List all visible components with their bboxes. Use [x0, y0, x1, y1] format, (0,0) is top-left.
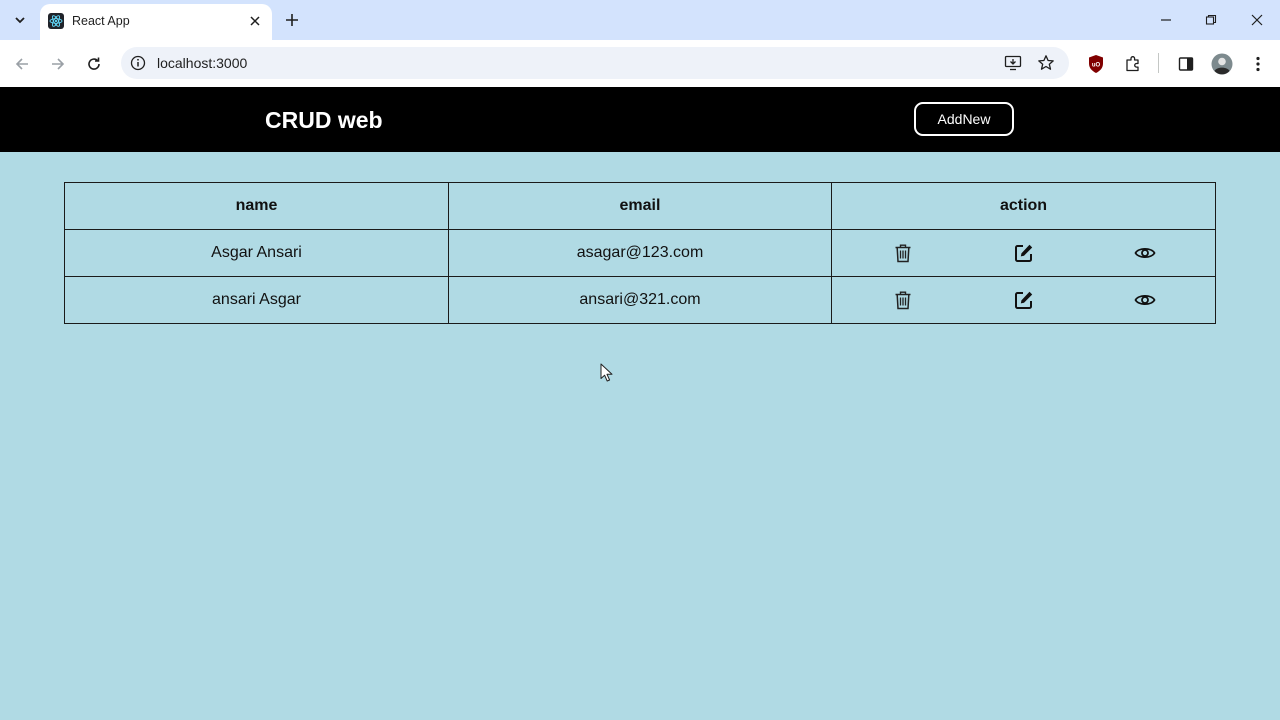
table-header-row: name email action	[64, 182, 1216, 230]
restore-icon	[1205, 14, 1217, 25]
cell-name: ansari Asgar	[64, 276, 449, 324]
site-info-icon[interactable]	[129, 54, 147, 72]
ublock-extension-icon[interactable]: uO	[1084, 52, 1108, 76]
new-tab-button[interactable]	[280, 8, 304, 32]
minimize-button[interactable]	[1152, 6, 1180, 34]
close-icon	[1251, 14, 1263, 26]
browser-toolbar: localhost:3000 uO	[0, 40, 1280, 87]
bookmark-star-icon[interactable]	[1036, 53, 1056, 73]
side-panel-icon[interactable]	[1174, 52, 1198, 76]
edit-icon[interactable]	[1012, 241, 1036, 265]
tab-title: React App	[72, 14, 130, 28]
eye-icon[interactable]	[1133, 241, 1157, 265]
install-app-icon[interactable]	[1003, 53, 1023, 73]
address-bar[interactable]: localhost:3000	[121, 47, 1069, 79]
react-favicon-icon	[48, 13, 64, 29]
eye-icon[interactable]	[1133, 288, 1157, 312]
cell-actions	[831, 276, 1216, 324]
cell-name: Asgar Ansari	[64, 229, 449, 277]
reload-icon	[88, 57, 100, 70]
back-button[interactable]	[8, 50, 36, 78]
profile-avatar[interactable]	[1210, 52, 1234, 76]
arrow-right-icon	[52, 58, 65, 70]
edit-icon[interactable]	[1012, 288, 1036, 312]
browser-menu-icon[interactable]	[1246, 52, 1270, 76]
tab-close-button[interactable]	[246, 12, 264, 30]
extensions-puzzle-icon[interactable]	[1121, 52, 1145, 76]
window-close-button[interactable]	[1243, 6, 1271, 34]
toolbar-divider	[1158, 53, 1159, 73]
chevron-down-icon	[15, 17, 25, 24]
restore-button[interactable]	[1197, 6, 1225, 34]
column-header-name: name	[64, 182, 449, 230]
svg-text:uO: uO	[1092, 63, 1101, 69]
trash-icon[interactable]	[891, 288, 915, 312]
cell-actions	[831, 229, 1216, 277]
plus-icon	[286, 14, 298, 26]
column-header-email: email	[448, 182, 832, 230]
mouse-cursor-icon	[600, 363, 613, 382]
cell-email: asagar@123.com	[448, 229, 832, 277]
users-table: name email action Asgar Ansari asagar@12…	[64, 182, 1216, 324]
trash-icon[interactable]	[891, 241, 915, 265]
arrow-left-icon	[15, 58, 28, 70]
app-header: CRUD web AddNew	[0, 87, 1280, 152]
address-url: localhost:3000	[157, 55, 248, 71]
close-icon	[250, 16, 260, 26]
app-title: CRUD web	[265, 107, 383, 133]
minimize-icon	[1161, 19, 1171, 21]
tab-search-button[interactable]	[6, 6, 34, 34]
browser-tabstrip: React App	[0, 0, 1280, 40]
cell-email: ansari@321.com	[448, 276, 832, 324]
column-header-action: action	[831, 182, 1216, 230]
reload-button[interactable]	[80, 50, 108, 78]
browser-tab-active[interactable]: React App	[40, 4, 272, 40]
table-row: Asgar Ansari asagar@123.com	[64, 229, 1216, 277]
table-row: ansari Asgar ansari@321.com	[64, 276, 1216, 324]
forward-button[interactable]	[44, 50, 72, 78]
add-new-button[interactable]: AddNew	[914, 102, 1014, 136]
